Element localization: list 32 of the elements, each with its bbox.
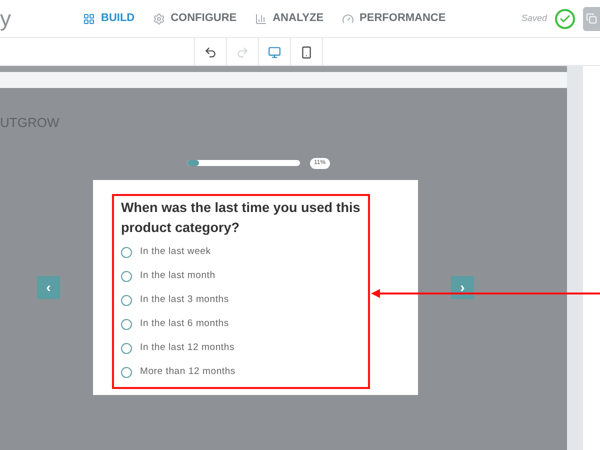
nav-tab[interactable]: CONFIGURE xyxy=(152,10,237,27)
save-status: Saved xyxy=(521,12,547,25)
answer-option[interactable]: In the last 12 months xyxy=(121,340,368,356)
answer-option[interactable]: In the last week xyxy=(121,244,368,260)
radio-button[interactable] xyxy=(121,343,132,354)
answer-option[interactable]: More than 12 months xyxy=(121,364,368,380)
nav-tab[interactable]: BUILD xyxy=(83,10,135,27)
answer-option[interactable]: In the last month xyxy=(121,268,368,284)
radio-button[interactable] xyxy=(121,295,132,306)
bar-chart-icon xyxy=(254,12,267,24)
copy-button[interactable] xyxy=(583,6,600,30)
question-text: When was the last time you used this product category? xyxy=(121,198,362,237)
check-icon xyxy=(555,8,575,28)
radio-button[interactable] xyxy=(121,271,132,282)
grid-icon xyxy=(83,12,95,24)
answer-option[interactable]: In the last 3 months xyxy=(121,292,368,308)
undo-icon xyxy=(204,46,217,58)
monitor-icon xyxy=(268,46,281,58)
previous-button[interactable]: ‹ xyxy=(37,276,60,298)
gauge-icon xyxy=(342,12,354,24)
gear-icon xyxy=(152,12,165,24)
phone-icon xyxy=(300,46,313,58)
radio-button[interactable] xyxy=(121,367,132,378)
redo-icon xyxy=(236,46,249,58)
copy-icon xyxy=(586,13,597,24)
radio-button[interactable] xyxy=(121,247,132,258)
nav-tab[interactable]: PERFORMANCE xyxy=(342,10,446,27)
logo-text: y xyxy=(0,5,12,33)
nav-tab[interactable]: ANALYZE xyxy=(254,10,324,27)
answer-option[interactable]: In the last 6 months xyxy=(121,316,368,332)
next-button[interactable]: › xyxy=(451,276,474,298)
radio-button[interactable] xyxy=(121,319,132,330)
